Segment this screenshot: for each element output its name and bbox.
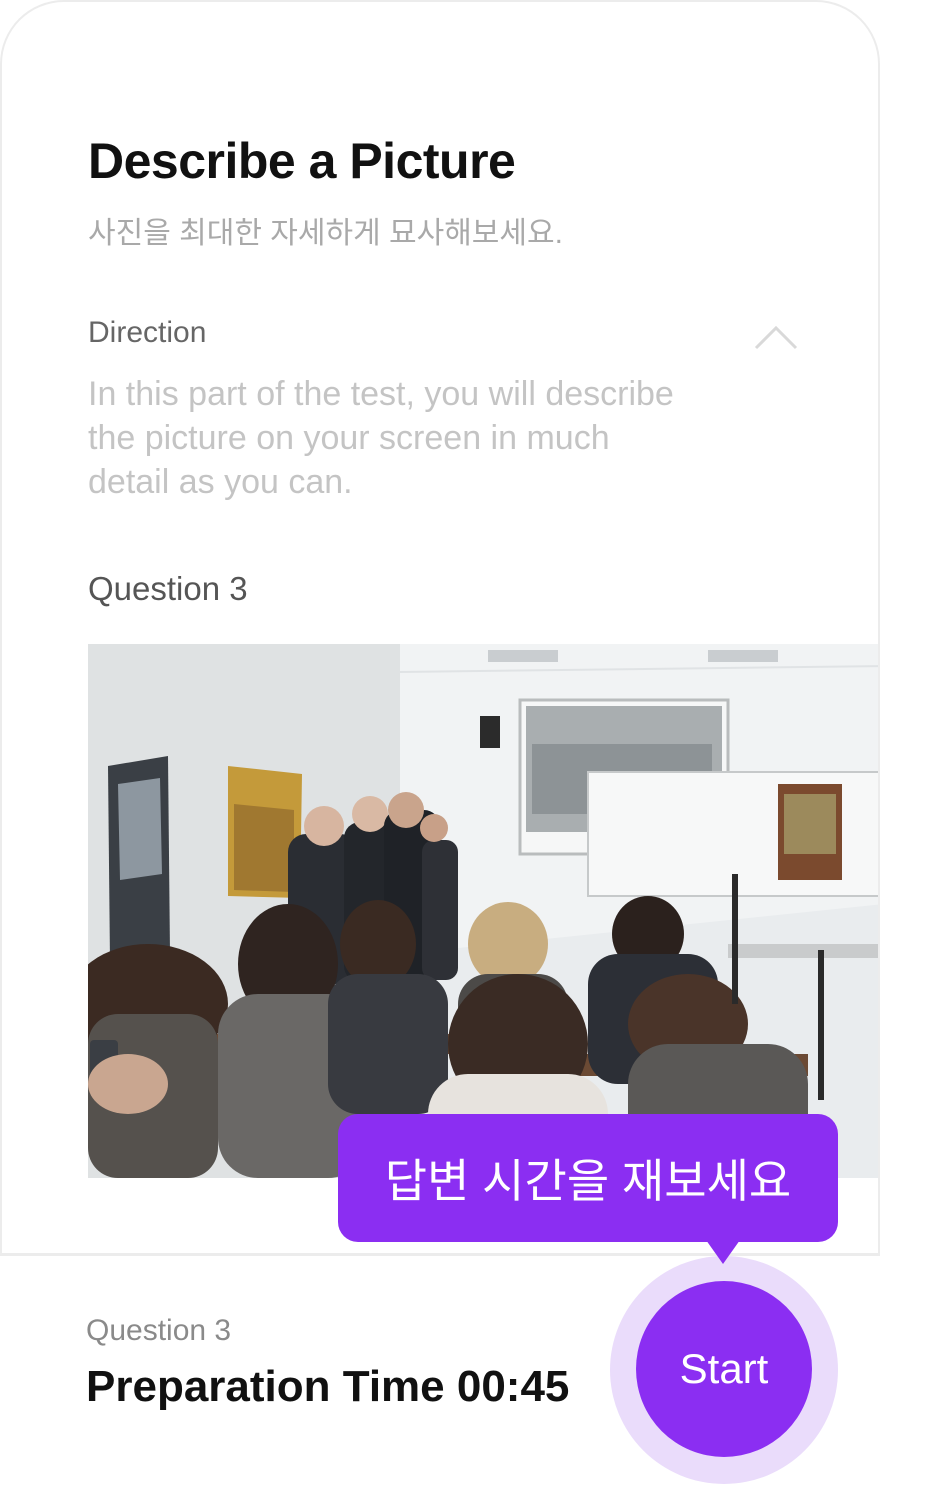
preparation-timer: Preparation Time 00:45 bbox=[86, 1362, 570, 1411]
start-button[interactable]: Start bbox=[636, 1281, 812, 1457]
direction-label: Direction bbox=[88, 316, 207, 349]
footer-question-label: Question 3 bbox=[86, 1314, 232, 1347]
tooltip-arrow bbox=[706, 1240, 740, 1264]
question-label: Question 3 bbox=[88, 570, 248, 607]
page-title: Describe a Picture bbox=[88, 133, 516, 189]
page-subtitle: 사진을 최대한 자세하게 묘사해보세요. bbox=[88, 217, 563, 250]
footer-divider bbox=[0, 1253, 880, 1256]
chevron-up-icon[interactable] bbox=[754, 324, 798, 350]
direction-text: In this part of the test, you will descr… bbox=[88, 375, 674, 501]
question-card: Describe a Picture 사진을 최대한 자세하게 묘사해보세요. … bbox=[0, 0, 880, 1255]
start-tooltip: 답변 시간을 재보세요 bbox=[338, 1114, 838, 1242]
question-photo bbox=[88, 644, 878, 1178]
